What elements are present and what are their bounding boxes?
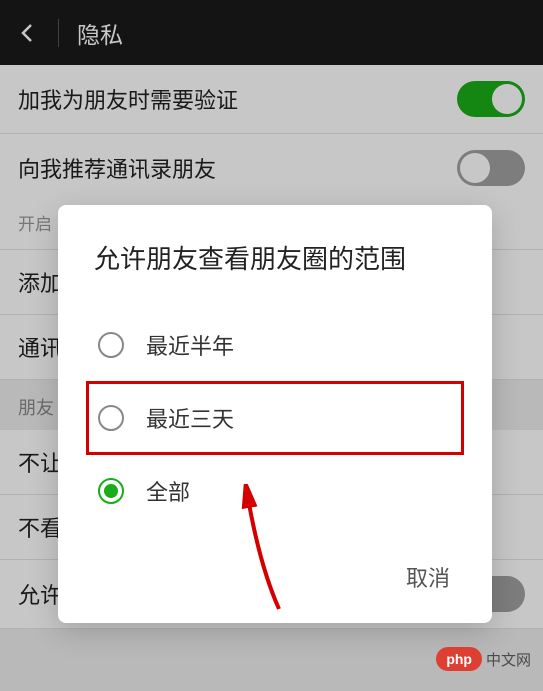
option-label: 最近三天 bbox=[146, 402, 234, 434]
watermark-badge: php 中文网 bbox=[436, 647, 531, 671]
option-half-year[interactable]: 最近半年 bbox=[94, 311, 456, 379]
watermark-pill: php bbox=[436, 647, 482, 671]
option-three-days[interactable]: 最近三天 bbox=[86, 381, 464, 455]
watermark-text: 中文网 bbox=[486, 649, 531, 670]
option-all[interactable]: 全部 bbox=[94, 457, 456, 525]
dialog-title: 允许朋友查看朋友圈的范围 bbox=[94, 241, 456, 277]
cancel-button[interactable]: 取消 bbox=[400, 553, 456, 601]
moments-range-dialog: 允许朋友查看朋友圈的范围 最近半年 最近三天 全部 取消 bbox=[58, 205, 492, 623]
dialog-footer: 取消 bbox=[94, 553, 456, 601]
radio-icon bbox=[98, 405, 124, 431]
radio-icon bbox=[98, 332, 124, 358]
option-label: 最近半年 bbox=[146, 329, 234, 361]
radio-icon-selected bbox=[98, 478, 124, 504]
option-label: 全部 bbox=[146, 475, 190, 507]
